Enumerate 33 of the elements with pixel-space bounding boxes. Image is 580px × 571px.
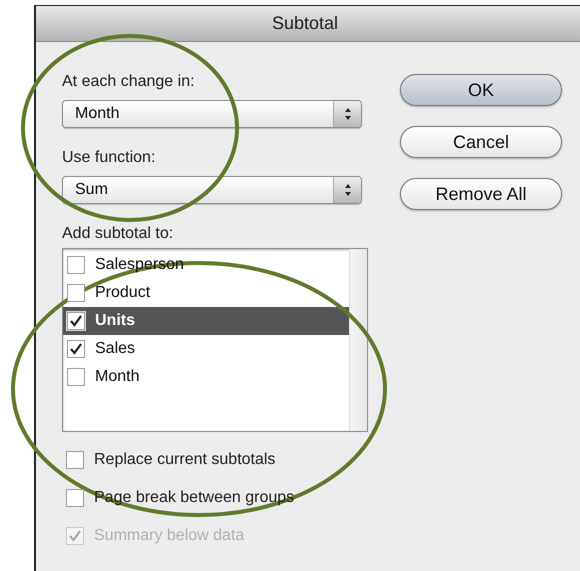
field-label: Use function: bbox=[62, 148, 156, 168]
dialog-button[interactable]: Remove All bbox=[400, 178, 562, 210]
stepper-icon bbox=[333, 101, 361, 127]
checkbox[interactable] bbox=[67, 368, 85, 386]
checkbox[interactable] bbox=[67, 284, 85, 302]
list-item[interactable]: Units bbox=[63, 307, 349, 335]
popup-menu[interactable]: Sum bbox=[62, 176, 362, 204]
dialog-button[interactable]: Cancel bbox=[400, 126, 562, 158]
field-label: At each change in: bbox=[62, 72, 196, 92]
list-item[interactable]: Product bbox=[63, 279, 349, 307]
item-label: Month bbox=[95, 367, 140, 387]
item-label: Sales bbox=[95, 339, 136, 359]
window-title: Subtotal bbox=[272, 12, 338, 35]
list-item[interactable]: Sales bbox=[63, 335, 349, 363]
checkmark-icon bbox=[68, 529, 82, 543]
stepper-icon bbox=[333, 177, 361, 203]
checkbox[interactable] bbox=[67, 256, 85, 274]
popup-value: Sum bbox=[74, 180, 109, 200]
checkbox[interactable] bbox=[66, 451, 84, 469]
option-label: Replace current subtotals bbox=[94, 450, 276, 470]
checkbox[interactable] bbox=[67, 312, 85, 330]
checkbox[interactable] bbox=[67, 340, 85, 358]
item-label: Product bbox=[95, 283, 150, 303]
list-label: Add subtotal to: bbox=[62, 224, 174, 244]
dialog-button[interactable]: OK bbox=[400, 74, 562, 106]
checkbox[interactable] bbox=[66, 489, 84, 507]
checkmark-icon bbox=[69, 314, 83, 328]
option-label: Summary below data bbox=[94, 526, 244, 546]
list-item[interactable]: Month bbox=[63, 363, 349, 391]
checkmark-icon bbox=[69, 342, 83, 356]
item-label: Units bbox=[95, 311, 135, 331]
popup-menu[interactable]: Month bbox=[62, 100, 362, 128]
popup-value: Month bbox=[74, 104, 120, 124]
